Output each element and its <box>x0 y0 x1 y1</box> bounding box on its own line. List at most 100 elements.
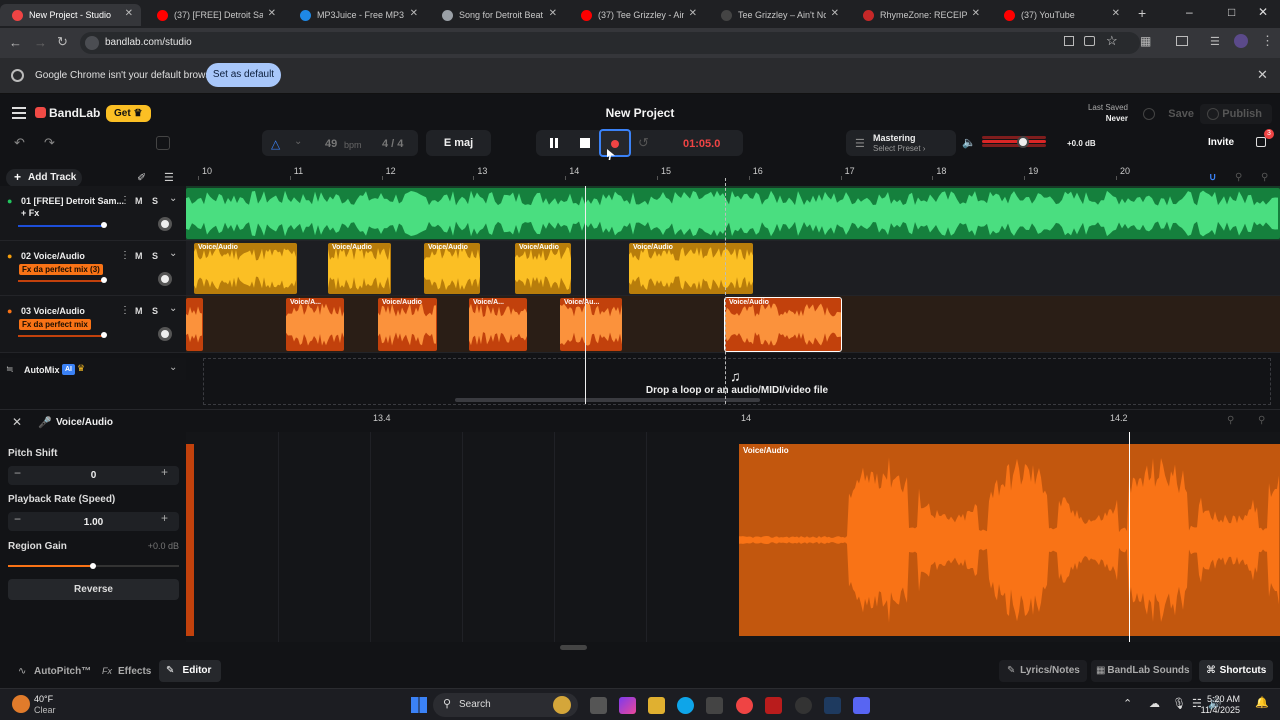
track-volume-knob[interactable] <box>101 277 107 283</box>
audio-clip[interactable]: Voice/Audio <box>378 298 437 351</box>
solo-button[interactable]: S <box>152 196 158 206</box>
reverse-button[interactable]: Reverse <box>8 579 179 600</box>
bpm-value[interactable]: 49 <box>325 138 337 150</box>
browser-tab[interactable]: New Project - Studio ✕ <box>0 4 141 26</box>
editor-zoom-in-icon[interactable]: ⚲ <box>1258 415 1265 426</box>
tab-close-icon[interactable]: ✕ <box>125 8 133 19</box>
track-pan-knob[interactable] <box>158 327 172 341</box>
snap-magnet-icon[interactable]: ∪ <box>1209 172 1216 183</box>
tab-close-icon[interactable]: ✕ <box>689 8 697 19</box>
browser-tab[interactable]: (37) Tee Grizzley - Ain't No ✕ <box>569 4 705 26</box>
chrome-menu-icon[interactable]: ⋮ <box>1261 33 1274 49</box>
horizontal-scrollbar[interactable] <box>455 398 760 402</box>
editor-scrollbar[interactable] <box>560 645 587 650</box>
minimize-icon[interactable]: – <box>1186 5 1193 19</box>
track-name[interactable]: 01 [FREE] Detroit Sam... <box>21 196 124 206</box>
tab-close-icon[interactable]: ✕ <box>410 8 418 19</box>
rate-plus-button[interactable]: + <box>161 511 168 525</box>
metronome-icon[interactable]: △ <box>271 137 280 151</box>
master-volume-icon[interactable]: 🔈 <box>962 136 976 149</box>
forward-icon[interactable]: → <box>34 35 47 50</box>
extensions-icon[interactable]: ▦ <box>1140 34 1151 48</box>
back-icon[interactable]: ← <box>9 35 22 50</box>
url-field[interactable]: bandlab.com/studio <box>80 32 1140 54</box>
reload-icon[interactable]: ↻ <box>57 34 68 50</box>
region-gain-knob[interactable] <box>90 563 96 569</box>
edge-icon[interactable] <box>677 697 694 714</box>
taskbar-search[interactable]: ⚲ Search <box>433 693 578 717</box>
master-volume-knob[interactable] <box>1017 136 1029 148</box>
track-fx-chain[interactable]: Fx da perfect mix (3) <box>19 264 103 275</box>
mic-tray-icon[interactable]: 🎙 <box>1172 697 1186 710</box>
track-expand-icon[interactable]: ⌄ <box>169 303 177 314</box>
browser-tab[interactable]: Tee Grizzley – Ain't Nothin ✕ <box>709 4 847 26</box>
windows-start-icon[interactable] <box>411 697 427 713</box>
key-selector[interactable]: E maj <box>426 130 491 156</box>
set-as-default-button[interactable]: Set as default <box>206 63 281 87</box>
mute-button[interactable]: M <box>135 306 143 316</box>
bandlab-sounds-button[interactable]: BandLab Sounds <box>1091 660 1192 682</box>
zoom-in-icon[interactable]: ⚲ <box>1261 172 1268 183</box>
master-volume-slider[interactable] <box>982 140 1046 143</box>
playhead[interactable] <box>585 186 586 404</box>
audio-clip[interactable]: Voice/Au... <box>560 298 622 351</box>
track-pan-knob[interactable] <box>158 217 172 231</box>
undo-icon[interactable]: ↶ <box>14 135 25 151</box>
github-icon[interactable] <box>795 697 812 714</box>
audio-clip[interactable] <box>186 188 1280 239</box>
audio-clip[interactable]: Voice/Audio <box>629 243 753 294</box>
track-expand-icon[interactable]: ⌄ <box>169 193 177 204</box>
audio-clip[interactable]: Voice/Audio <box>424 243 480 294</box>
pause-icon[interactable] <box>550 138 553 148</box>
track-volume-knob[interactable] <box>101 332 107 338</box>
mute-button[interactable]: M <box>135 251 143 261</box>
task-view-icon[interactable] <box>590 697 607 714</box>
pitch-plus-button[interactable]: + <box>161 465 168 479</box>
metronome-dropdown-icon[interactable]: ⌄ <box>294 136 302 147</box>
browser-tab[interactable]: (37) [FREE] Detroit Sample ✕ <box>145 4 284 26</box>
new-tab-icon[interactable]: + <box>1138 5 1146 21</box>
solo-button[interactable]: S <box>152 251 158 261</box>
copilot-icon[interactable] <box>619 697 636 714</box>
effects-tab[interactable]: Effects <box>118 666 151 677</box>
infobar-close-icon[interactable]: ✕ <box>1257 67 1268 83</box>
track-lane[interactable] <box>186 186 1280 241</box>
browser-tab[interactable]: RhymeZone: RECEIPT rhyme ✕ <box>851 4 988 26</box>
editor-zoom-out-icon[interactable]: ⚲ <box>1227 415 1234 426</box>
tray-chevron-icon[interactable]: ⌃ <box>1123 697 1132 710</box>
bookmark-star-icon[interactable]: ☆ <box>1106 33 1118 49</box>
time-signature[interactable]: 4 / 4 <box>382 138 403 150</box>
window-close-icon[interactable]: ✕ <box>1258 5 1268 19</box>
timeline-ruler[interactable]: 10 11 12 13 14 15 16 17 18 19 20 <box>186 164 1280 180</box>
track-fx-chain[interactable]: Fx da perfect mix <box>19 319 91 330</box>
steam-icon[interactable] <box>824 697 841 714</box>
editor-playhead[interactable] <box>1129 432 1130 642</box>
track-volume-knob[interactable] <box>101 222 107 228</box>
gift-icon[interactable] <box>1256 137 1266 147</box>
track-header[interactable]: ● 01 [FREE] Detroit Sam... + Fx ⋮ M S ⌄ <box>0 186 186 241</box>
track-name[interactable]: 03 Voice/Audio <box>21 306 85 316</box>
solo-button[interactable]: S <box>152 306 158 316</box>
track-header[interactable]: ● 02 Voice/Audio Fx da perfect mix (3) ⋮ M S ⌄ <box>0 241 186 296</box>
stop-icon[interactable] <box>580 138 590 148</box>
tab-close-icon[interactable]: ✕ <box>972 8 980 19</box>
notifications-icon[interactable]: 🔔 <box>1255 696 1269 709</box>
track-more-icon[interactable]: ⋮ <box>120 250 130 261</box>
autopitch-tab[interactable]: AutoPitch™ <box>34 666 91 677</box>
weather-icon[interactable] <box>12 695 30 713</box>
track-lane[interactable]: Voice/A... Voice/Audio Voice/A... Voice/Au.… <box>186 296 1280 353</box>
automix-expand-icon[interactable]: ⌄ <box>169 362 177 373</box>
zoom-out-icon[interactable]: ⚲ <box>1235 172 1242 183</box>
editor-close-icon[interactable]: ✕ <box>12 415 22 429</box>
invite-button[interactable]: Invite <box>1199 131 1243 155</box>
install-app-icon[interactable] <box>1084 36 1095 46</box>
mute-button[interactable]: M <box>135 196 143 206</box>
audio-clip[interactable]: Voice/Audio <box>515 243 571 294</box>
track-volume-slider[interactable] <box>18 280 104 282</box>
side-panel-icon[interactable] <box>1176 36 1188 46</box>
file-explorer-icon[interactable] <box>648 697 665 714</box>
tab-close-icon[interactable]: ✕ <box>1112 8 1120 19</box>
track-header[interactable]: ● 03 Voice/Audio Fx da perfect mix ⋮ M S ⌄ <box>0 296 186 353</box>
mixer-view-icon[interactable] <box>156 136 170 150</box>
track-name[interactable]: 02 Voice/Audio <box>21 251 85 261</box>
